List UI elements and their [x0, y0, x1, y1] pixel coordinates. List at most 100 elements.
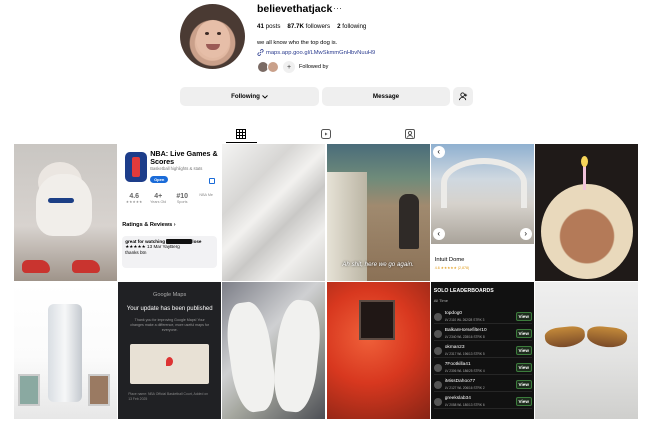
post-crystal-bottle[interactable]	[14, 282, 117, 419]
post-sunglasses[interactable]	[534, 282, 638, 419]
sneaker	[22, 260, 50, 273]
profile-bio: we all know who the top dog is.	[257, 40, 338, 46]
post-bedsheet[interactable]	[222, 144, 326, 281]
followers-stat[interactable]: 87.7K followers	[287, 23, 330, 30]
avatar-eye	[217, 32, 221, 35]
username: believethatjack	[257, 3, 333, 15]
active-tab-indicator	[226, 142, 257, 143]
avatar-face	[196, 20, 230, 58]
share-icon	[209, 178, 216, 184]
candle-flame	[580, 156, 588, 167]
sneaker	[222, 299, 280, 415]
bulldog-collar	[48, 198, 74, 203]
profile-tabs	[0, 123, 652, 143]
post-sneakers[interactable]	[222, 282, 326, 419]
suggested-users-button[interactable]	[453, 87, 473, 106]
leaderboard-filter: All Time	[433, 298, 448, 303]
trading-card	[18, 374, 40, 406]
avatar-mouth	[206, 44, 220, 50]
review-body: thanks btn	[125, 250, 147, 256]
app-subtitle: Basketball highlights & stats	[150, 166, 203, 171]
app-meta-item: NBA Me	[199, 193, 213, 197]
sneaker	[270, 298, 325, 414]
leaderboard-row: BalkanHorsefilter10 LV 2340 WL 228/16 STR…	[433, 327, 532, 341]
leaderboard-row: topdog0 LV 2110 WL 262/28 STRK 3 View	[433, 310, 532, 324]
post-nba-app[interactable]: NBA: Live Games & Scores Basketball high…	[118, 144, 222, 281]
maps-footer: Place name: NBA Official Basketball Cour…	[128, 392, 209, 401]
game-character	[398, 194, 419, 249]
profile-page: believethatjack ··· 41 posts 87.7K follo…	[0, 0, 652, 421]
post-leaderboard[interactable]: SOLO LEADERBOARDS All Time topdog0 LV 211…	[430, 282, 534, 419]
sunglasses-lens	[586, 324, 628, 350]
post-birthday-cake[interactable]	[534, 144, 638, 281]
photo-cake	[540, 184, 633, 279]
chevron-left-icon: ‹	[432, 228, 445, 240]
app-open-button: Open	[150, 176, 169, 183]
reels-icon[interactable]	[321, 126, 333, 139]
leaderboard-row: iMissDahoo77 LV 2127 WL 206/16 STRK 2 View	[433, 378, 532, 392]
back-icon: ‹	[432, 146, 445, 158]
post-bulldog[interactable]	[14, 144, 117, 281]
game-subtitle: Ah shit, here we go again.	[342, 261, 414, 268]
post-game-scene[interactable]: Ah shit, here we go again.	[326, 144, 430, 281]
map-thumbnail	[130, 344, 210, 384]
posts-grid-icon[interactable]	[236, 126, 248, 139]
place-name: Intuit Dome	[434, 257, 465, 263]
tv-screen	[358, 300, 395, 340]
app-title: NBA: Live Games & Scores	[150, 149, 218, 166]
followed-by[interactable]: + Followed by	[257, 61, 328, 73]
posts-count: 41	[257, 23, 264, 30]
following-count: 2	[337, 23, 341, 30]
maps-body: Thank you for improving Google Maps! You…	[130, 318, 210, 332]
sunglasses-lens	[544, 324, 586, 350]
crystal-bottle	[48, 304, 82, 402]
chevron-right-icon: ›	[519, 228, 532, 240]
link-icon	[257, 49, 264, 56]
app-meta-item: 4.6 ★★★★★	[125, 193, 143, 204]
review-card: great for watching lose ★★★★★ 13 Mar Yay…	[122, 236, 218, 268]
profile-link-text: maps.app.goo.gl/LMwSkmmGnHbvNuuH9	[266, 49, 376, 56]
more-options-icon[interactable]: ···	[333, 3, 342, 13]
posts-label: posts	[265, 23, 281, 30]
avatar-eye	[205, 32, 209, 35]
leaderboard-row: greekslab34 LV 2058 WL 180/13 STRK 6 View	[433, 395, 532, 409]
maps-title: Your update has been published	[126, 306, 213, 312]
plus-icon: +	[283, 61, 295, 73]
app-meta-item: #10 Sports	[176, 193, 189, 204]
following-button[interactable]: Following	[180, 87, 319, 106]
candle	[582, 166, 586, 190]
followers-label: followers	[305, 23, 331, 30]
profile-link[interactable]: maps.app.goo.gl/LMwSkmmGnHbvNuuH9	[257, 49, 375, 56]
ratings-title: Ratings & Reviews ›	[122, 222, 176, 228]
post-red-room[interactable]	[326, 282, 430, 419]
posts-grid: NBA: Live Games & Scores Basketball high…	[14, 144, 638, 421]
map-pin-icon	[166, 357, 174, 366]
maps-header: Google Maps	[153, 292, 187, 298]
add-person-icon	[458, 92, 467, 101]
trading-card	[88, 374, 110, 406]
followers-count: 87.7K	[287, 23, 304, 30]
post-google-maps[interactable]: Google Maps Your update has been publish…	[118, 282, 222, 419]
tagged-icon[interactable]	[405, 126, 417, 139]
app-meta-row: 4.6 ★★★★★ 4+ Years Old #10 Sports NBA Me	[122, 193, 218, 204]
chevron-down-icon	[262, 94, 268, 99]
following-stat[interactable]: 2 following	[337, 23, 366, 30]
following-button-label: Following	[231, 93, 260, 100]
leaderboard-title: SOLO LEADERBOARDS	[433, 288, 494, 294]
followed-by-label: Followed by	[299, 64, 329, 70]
bulldog-body	[36, 174, 92, 236]
app-meta-item: 4+ Years Old	[150, 193, 167, 204]
message-button[interactable]: Message	[322, 87, 450, 106]
following-label: following	[342, 23, 367, 30]
profile-avatar[interactable]	[180, 4, 245, 69]
posts-stat: 41 posts	[257, 23, 280, 30]
nba-logo	[125, 152, 148, 182]
dome-photo	[430, 144, 534, 244]
post-intuit-dome[interactable]: ‹ ‹ › Intuit Dome 4.6 ★★★★★ (2,878)	[430, 144, 534, 281]
follower-avatar	[267, 61, 279, 73]
profile-stats: 41 posts 87.7K followers 2 following	[257, 23, 366, 30]
leaderboard-row: okman23 LV 2317 WL 196/13 STRK 5 View	[433, 344, 532, 358]
sneaker	[72, 260, 100, 273]
place-rating: 4.6 ★★★★★ (2,878)	[434, 266, 470, 270]
leaderboard-row: 7Footkilla41 LV 2306 WL 186/25 STRK 4 View	[433, 361, 532, 375]
